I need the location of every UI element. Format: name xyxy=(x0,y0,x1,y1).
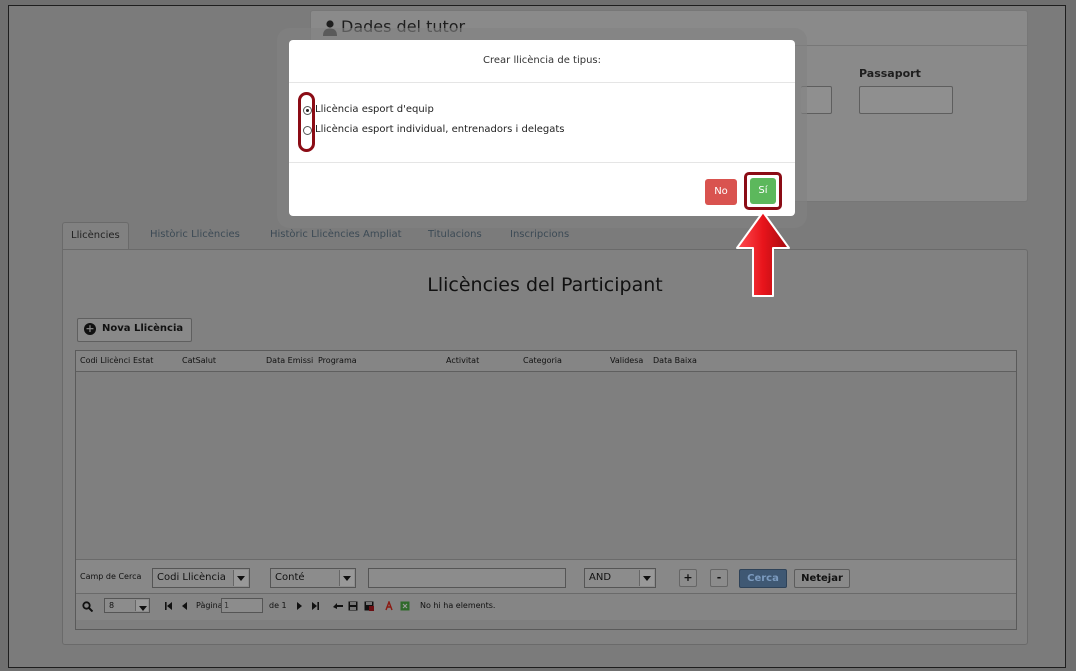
page-of-label: de 1 xyxy=(269,601,287,610)
excel-icon[interactable] xyxy=(400,601,410,611)
search-field-value: Codi Llicència xyxy=(157,572,226,583)
col-activitat[interactable]: Activitat xyxy=(446,356,479,365)
arrow-up-icon xyxy=(736,211,790,297)
netejar-button[interactable]: Netejar xyxy=(794,569,850,588)
radio-label-equip: Llicència esport d'equip xyxy=(315,104,434,115)
col-catsalut[interactable]: CatSalut xyxy=(182,356,216,365)
col-categoria[interactable]: Categoria xyxy=(523,356,562,365)
previous-page-icon[interactable] xyxy=(180,601,190,611)
add-condition-button[interactable]: + xyxy=(679,569,697,587)
search-logic-value: AND xyxy=(589,572,612,583)
remove-condition-button[interactable]: - xyxy=(710,569,728,587)
search-logic-select[interactable]: AND xyxy=(584,568,656,588)
search-operator-value: Conté xyxy=(275,572,305,583)
save-icon[interactable] xyxy=(348,601,358,611)
col-data-baixa[interactable]: Data Baixa xyxy=(653,356,697,365)
chevron-down-icon xyxy=(339,570,354,586)
col-data-emissio[interactable]: Data Emissi xyxy=(266,356,313,365)
no-button[interactable]: No xyxy=(705,179,737,205)
plus-circle-icon: + xyxy=(84,322,96,335)
search-bar: Camp de Cerca Codi Llicència Conté AND +… xyxy=(76,559,1016,594)
cerca-button[interactable]: Cerca xyxy=(739,569,787,588)
si-button[interactable]: Sí xyxy=(750,178,776,204)
next-page-icon[interactable] xyxy=(294,601,304,611)
pdf-icon[interactable] xyxy=(384,601,394,611)
nova-llicencia-button[interactable]: + Nova Llicència xyxy=(77,318,193,342)
search-input[interactable] xyxy=(368,568,566,588)
tab-inscripcions[interactable]: Inscripcions xyxy=(502,222,577,250)
page-input[interactable]: 1 xyxy=(221,598,263,613)
search-field-select[interactable]: Codi Llicència xyxy=(152,568,250,588)
page-size-value: 8 xyxy=(109,601,115,610)
chevron-down-icon xyxy=(639,570,654,586)
search-operator-select[interactable]: Conté xyxy=(270,568,356,588)
search-label: Camp de Cerca xyxy=(80,572,142,581)
chevron-down-icon xyxy=(135,600,148,611)
status-text: No hi ha elements. xyxy=(420,601,496,610)
col-programa[interactable]: Programa xyxy=(318,356,357,365)
page-size-select[interactable]: 8 xyxy=(104,598,150,613)
create-license-modal: Crear llicència de tipus: Llicència espo… xyxy=(289,40,795,216)
radio-label-individual: Llicència esport individual, entrenadors… xyxy=(315,124,565,135)
save-as-icon[interactable] xyxy=(364,601,374,611)
modal-footer: No Sí xyxy=(289,162,795,217)
last-page-icon[interactable] xyxy=(310,601,320,611)
modal-title: Crear llicència de tipus: xyxy=(289,40,795,83)
main-panel: Llicències del Participant + Nova Llicèn… xyxy=(62,249,1028,645)
tutor-title: Dades del tutor xyxy=(341,17,466,36)
tab-llicencies[interactable]: Llicències xyxy=(62,222,129,250)
tab-historic-llicencies[interactable]: Històric Llicències xyxy=(142,222,248,250)
user-icon xyxy=(323,20,337,36)
si-button-highlight: Sí xyxy=(744,172,782,210)
first-page-icon[interactable] xyxy=(164,601,174,611)
chevron-down-icon xyxy=(233,570,248,586)
col-validesa[interactable]: Validesa xyxy=(610,356,643,365)
passaport-input[interactable] xyxy=(859,86,953,114)
col-estat[interactable]: Estat xyxy=(133,356,153,365)
tab-titulacions[interactable]: Titulacions xyxy=(420,222,490,250)
col-codi[interactable]: Codi Llicènci xyxy=(80,356,130,365)
passaport-label: Passaport xyxy=(859,67,921,80)
page-title: Llicències del Participant xyxy=(427,274,663,296)
refresh-icon[interactable] xyxy=(332,601,344,611)
nova-llicencia-label: Nova Llicència xyxy=(102,323,184,334)
pager: 8 Pàgina 1 de 1 No hi ha elements. xyxy=(76,593,1016,620)
grid-header: Codi Llicènci Estat CatSalut Data Emissi… xyxy=(76,351,1016,372)
page-label: Pàgina xyxy=(196,601,223,610)
tab-historic-llicencies-ampliat[interactable]: Històric Llicències Ampliat xyxy=(262,222,410,250)
licenses-grid: Codi Llicènci Estat CatSalut Data Emissi… xyxy=(75,350,1017,630)
radio-highlight-annotation xyxy=(298,92,315,152)
tutor-field-partial[interactable] xyxy=(801,86,832,114)
search-icon[interactable] xyxy=(82,601,93,612)
